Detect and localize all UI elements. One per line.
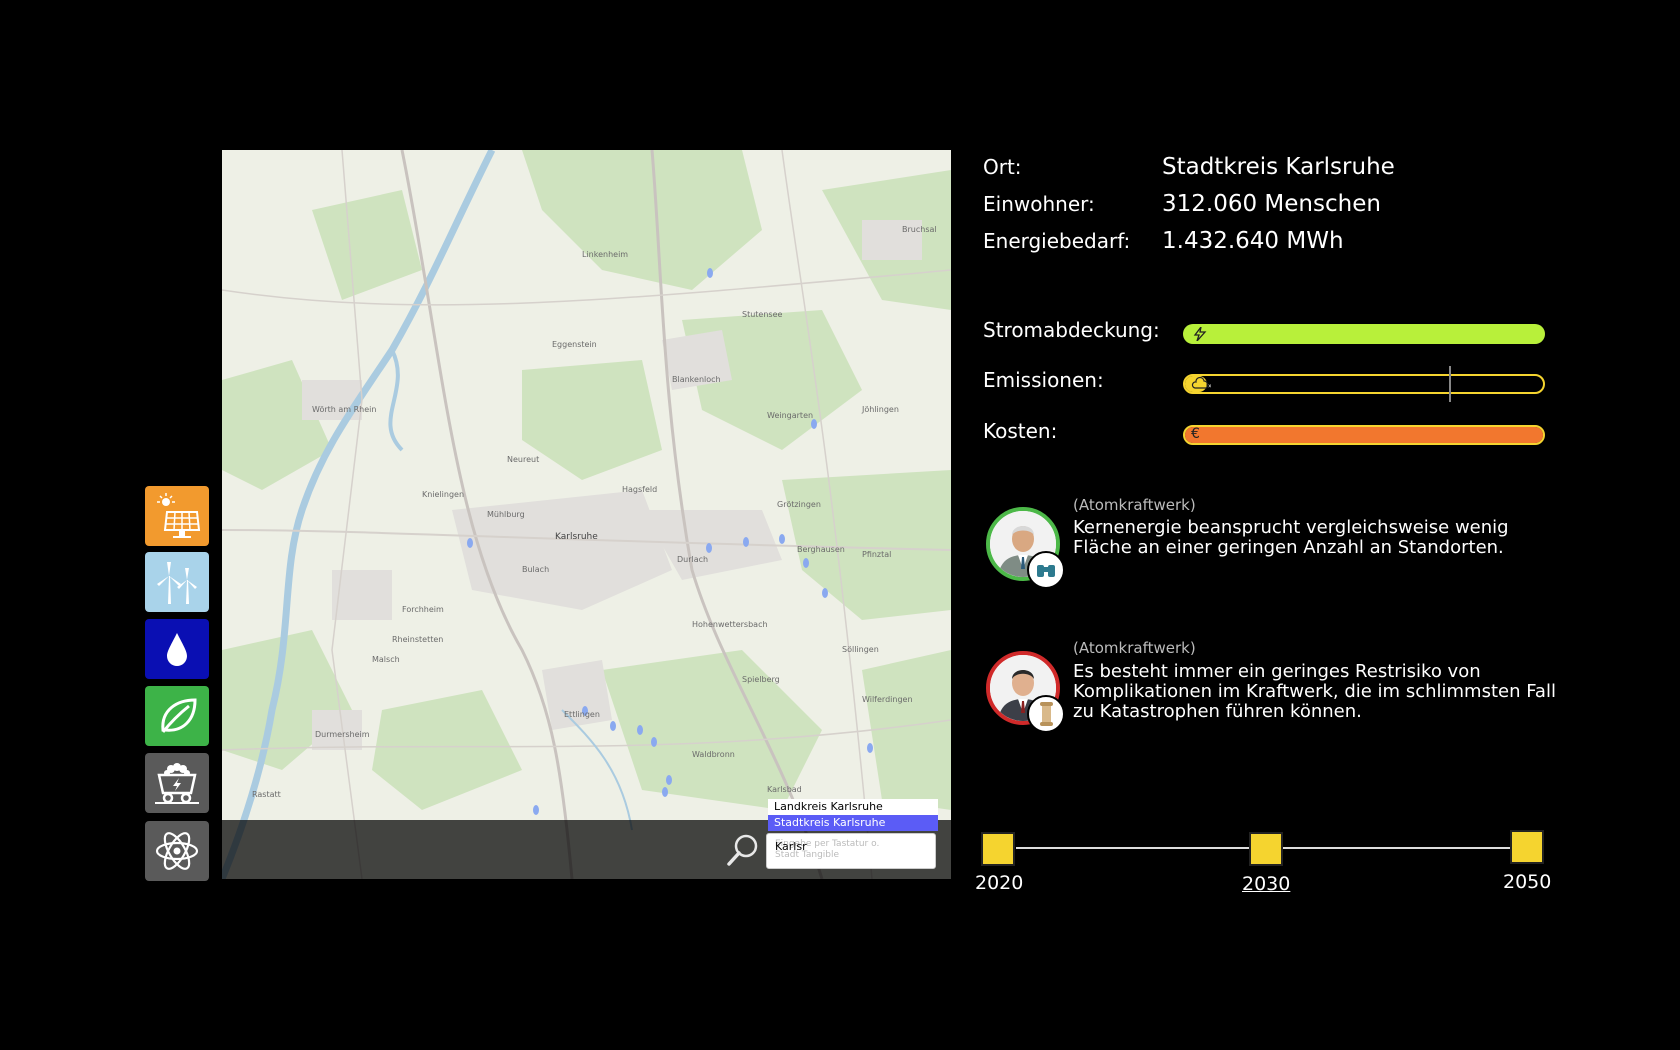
map-label: Knielingen — [422, 490, 465, 499]
quote-source: (Atomkraftwerk) — [1073, 496, 1196, 514]
emissionen-bar: » — [1183, 366, 1545, 402]
kosten-bar: € — [1183, 425, 1545, 445]
timeline-year-2030: 2030 — [1242, 873, 1291, 895]
map-label: Durmersheim — [315, 730, 370, 739]
energiebedarf-label: Energiebedarf: — [983, 229, 1131, 253]
map-label: Stutensee — [742, 310, 783, 319]
map-label: Grötzingen — [777, 500, 821, 509]
coal-cart-icon — [155, 763, 199, 804]
lightning-icon — [1193, 327, 1207, 341]
map-label: Ettlingen — [564, 710, 600, 719]
emissionen-target-marker — [1449, 366, 1452, 402]
map-label: Durlach — [677, 555, 709, 564]
solar-panel-icon — [157, 493, 201, 538]
map-label: Jöhlingen — [862, 405, 899, 414]
map-label: Eggenstein — [552, 340, 597, 349]
timeline-node-2050[interactable] — [1510, 830, 1544, 864]
scroll-icon — [1040, 702, 1053, 726]
map-label: Bulach — [522, 565, 550, 574]
energy-tile-solar[interactable] — [145, 486, 209, 546]
energy-tile-nuclear[interactable] — [145, 821, 209, 881]
water-drop-icon — [167, 633, 187, 666]
map-label: Waldbronn — [692, 750, 735, 759]
binoculars-icon — [1037, 565, 1055, 577]
stromabdeckung-label: Stromabdeckung: — [983, 318, 1160, 342]
energy-tile-coal[interactable] — [145, 753, 209, 813]
map-label: Mühlburg — [487, 510, 525, 519]
euro-icon: € — [1191, 426, 1200, 442]
quote-source: (Atomkraftwerk) — [1073, 639, 1196, 657]
energy-tile-biomass[interactable] — [145, 686, 209, 746]
svg-text:»: » — [1208, 382, 1211, 390]
map-label: Karlsbad — [767, 785, 802, 794]
map-label: Malsch — [372, 655, 400, 664]
leaf-icon — [161, 698, 197, 733]
cloud-icon: » — [1191, 377, 1211, 390]
map-label: Wörth am Rhein — [312, 405, 377, 414]
map-label: Wilferdingen — [862, 695, 913, 704]
search-suggestions: Landkreis Karlsruhe Stadtkreis Karlsruhe — [768, 799, 938, 831]
einwohner-label: Einwohner: — [983, 192, 1095, 216]
wind-turbine-icon — [157, 562, 197, 604]
stromabdeckung-bar — [1183, 324, 1545, 344]
energiebedarf-value: 1.432.640 MWh — [1162, 228, 1344, 254]
timeline-year-2020: 2020 — [975, 872, 1024, 894]
suggestion-stadtkreis[interactable]: Stadtkreis Karlsruhe — [768, 815, 938, 831]
quote-text: Es besteht immer ein geringes Restrisiko… — [1073, 661, 1556, 722]
ort-label: Ort: — [983, 155, 1022, 179]
map-label: Bruchsal — [902, 225, 937, 234]
search-icon[interactable] — [725, 832, 761, 868]
stromabdeckung-fill — [1183, 324, 1545, 344]
ort-value: Stadtkreis Karlsruhe — [1162, 154, 1395, 180]
energy-tile-wind[interactable] — [145, 552, 209, 612]
map-label: Pfinztal — [862, 550, 892, 559]
emissionen-label: Emissionen: — [983, 368, 1104, 392]
einwohner-value: 312.060 Menschen — [1162, 191, 1381, 217]
search-value: Karlsr — [775, 840, 807, 853]
map-label: Weingarten — [767, 411, 814, 420]
map-label: Rastatt — [252, 790, 281, 799]
map-label: Hagsfeld — [622, 485, 658, 494]
map-label: Linkenheim — [582, 250, 629, 259]
timeline-year-2050: 2050 — [1503, 871, 1552, 893]
map-label: Karlsruhe — [555, 532, 598, 542]
map-label: Rheinstetten — [392, 635, 444, 644]
region-map[interactable]: Karlsruhe Blankenloch Weingarten Ettling… — [222, 150, 951, 879]
map-label: Hohenwettersbach — [692, 620, 768, 629]
map-terrain — [222, 150, 951, 879]
binoculars-badge — [1027, 551, 1065, 589]
map-label: Blankenloch — [672, 375, 721, 384]
kosten-label: Kosten: — [983, 419, 1058, 443]
map-label: Spielberg — [742, 675, 780, 684]
map-label: Forchheim — [402, 605, 444, 614]
map-label: Söllingen — [842, 645, 879, 654]
scroll-badge — [1027, 695, 1065, 733]
energy-tile-water[interactable] — [145, 619, 209, 679]
suggestion-landkreis[interactable]: Landkreis Karlsruhe — [768, 799, 938, 815]
timeline-node-2030[interactable] — [1249, 832, 1283, 866]
map-label: Neureut — [507, 455, 540, 464]
search-input[interactable]: Eingabe per Tastatur o. Stadt Tangible K… — [766, 833, 936, 869]
quote-text: Kernenergie beansprucht vergleichsweise … — [1073, 517, 1509, 558]
kosten-fill — [1185, 427, 1543, 443]
map-label: Berghausen — [797, 545, 845, 554]
timeline-node-2020[interactable] — [981, 832, 1015, 866]
atom-icon — [155, 832, 199, 870]
